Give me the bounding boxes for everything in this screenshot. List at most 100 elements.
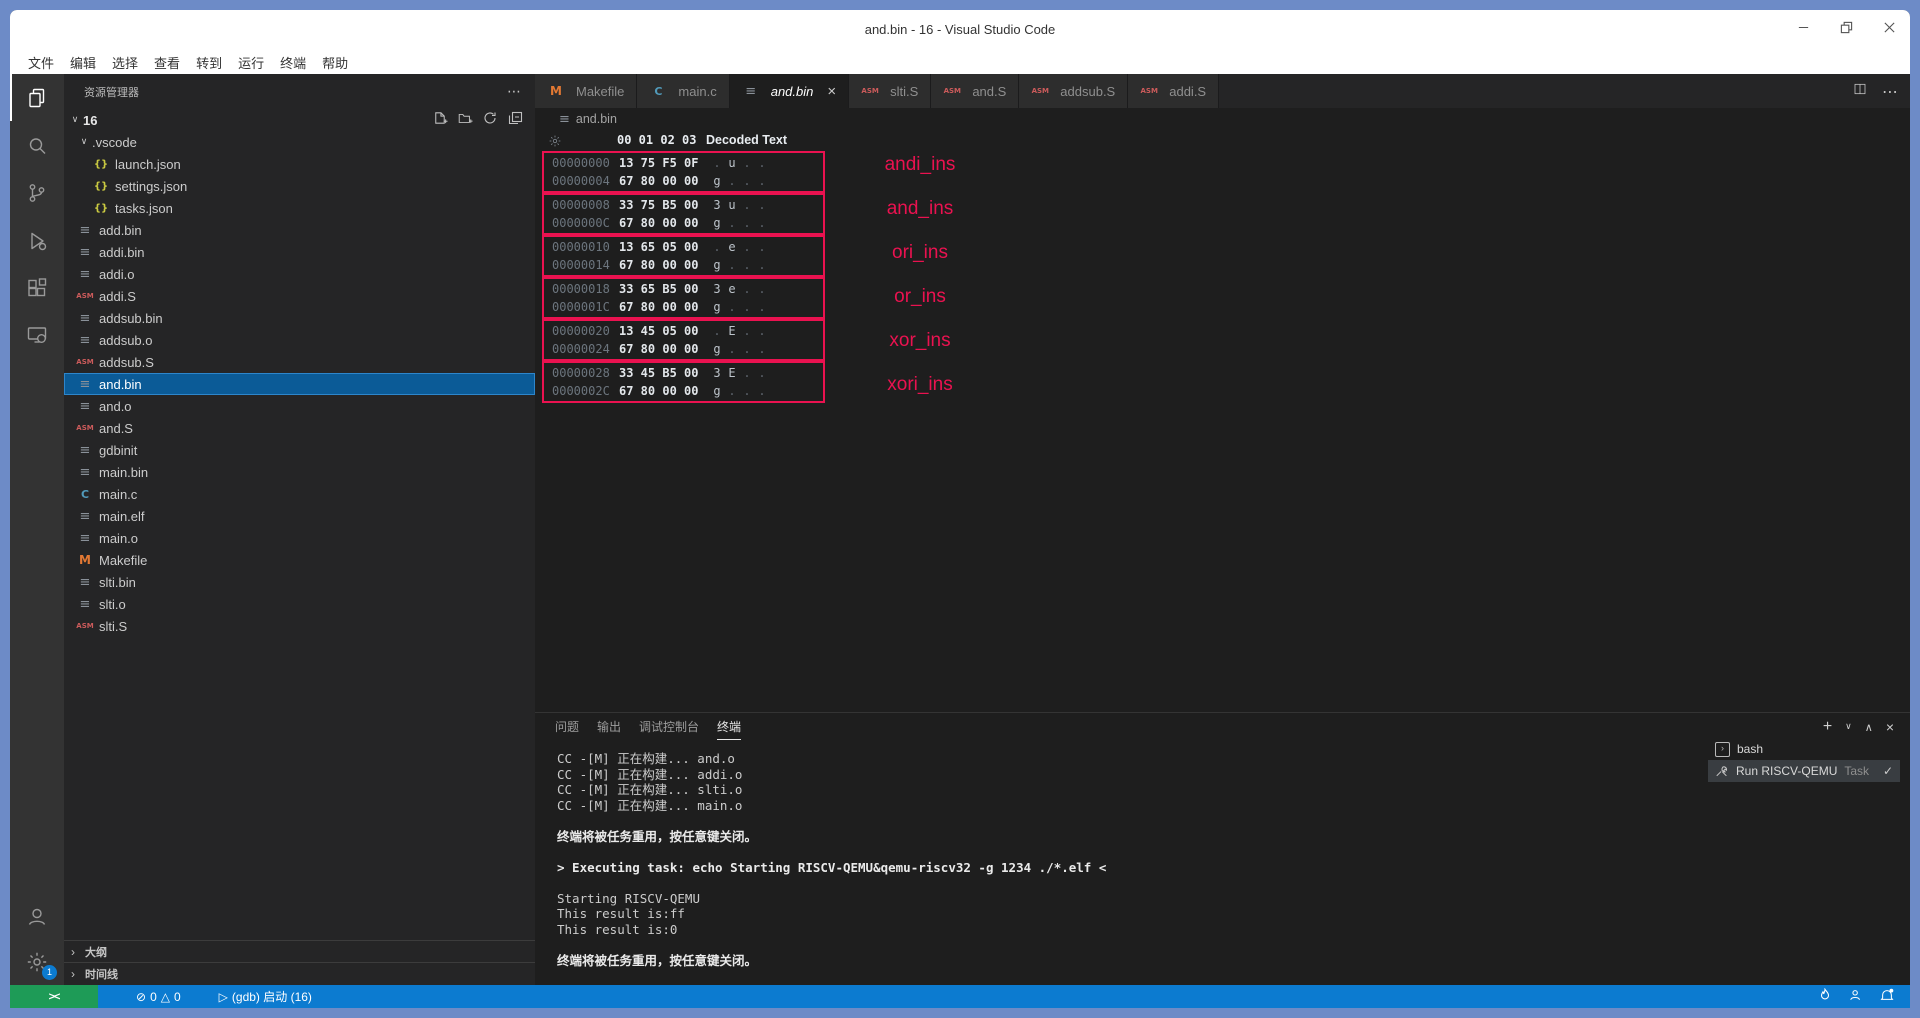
terminal-output[interactable]: CC -[M] 正在构建... and.oCC -[M] 正在构建... add… bbox=[557, 751, 1106, 968]
hex-row[interactable]: 0000002467 80 00 00g... bbox=[544, 340, 823, 358]
extensions-icon[interactable] bbox=[10, 264, 64, 311]
debug-status[interactable]: ▷ (gdb) 启动 (16) bbox=[219, 988, 312, 1005]
hex-decoded-header: Decoded Text bbox=[706, 133, 787, 147]
hex-row[interactable]: 0000000467 80 00 00g... bbox=[544, 172, 823, 190]
collapse-all-icon[interactable] bbox=[507, 110, 523, 131]
section-outline[interactable]: ›大纲 bbox=[64, 940, 535, 962]
debug-label: (gdb) 启动 (16) bbox=[232, 988, 312, 1005]
hex-bytes: 67 80 00 00 bbox=[619, 258, 707, 272]
tree-item-main.c[interactable]: Cmain.c bbox=[64, 483, 535, 505]
hex-row[interactable]: 0000002C67 80 00 00g... bbox=[544, 382, 823, 400]
tree-item-launch.json[interactable]: {}launch.json bbox=[64, 153, 535, 175]
terminal-list: ›bashRun RISCV-QEMUTask✓ bbox=[1708, 738, 1900, 782]
tree-item-.vscode[interactable]: ∨.vscode bbox=[64, 131, 535, 153]
tree-item-tasks.json[interactable]: {}tasks.json bbox=[64, 197, 535, 219]
explorer-icon[interactable] bbox=[10, 74, 64, 121]
tree-item-slti.bin[interactable]: ≡slti.bin bbox=[64, 571, 535, 593]
hex-group-or_ins: 0000001833 65 B5 003e..0000001C67 80 00 … bbox=[542, 277, 825, 319]
settings-gear-icon[interactable]: 1 bbox=[10, 938, 64, 985]
file-label: addsub.bin bbox=[99, 311, 163, 326]
search-icon[interactable] bbox=[10, 122, 64, 169]
menu-item-4[interactable]: 转到 bbox=[188, 53, 230, 72]
menu-item-6[interactable]: 终端 bbox=[272, 53, 314, 72]
tree-item-addsub.bin[interactable]: ≡addsub.bin bbox=[64, 307, 535, 329]
tree-item-main.bin[interactable]: ≡main.bin bbox=[64, 461, 535, 483]
tree-item-slti.S[interactable]: ASMslti.S bbox=[64, 615, 535, 637]
tree-item-main.elf[interactable]: ≡main.elf bbox=[64, 505, 535, 527]
panel-tab-debug-console[interactable]: 调试控制台 bbox=[639, 715, 699, 739]
explorer-actions bbox=[432, 110, 523, 131]
flame-icon[interactable] bbox=[1818, 988, 1832, 1005]
hex-row[interactable]: 0000001833 65 B5 003e.. bbox=[544, 280, 823, 298]
minimize-button[interactable] bbox=[1797, 21, 1810, 39]
tree-item-add.bin[interactable]: ≡add.bin bbox=[64, 219, 535, 241]
sidebar-title: 资源管理器 bbox=[84, 84, 507, 100]
tree-item-settings.json[interactable]: {}settings.json bbox=[64, 175, 535, 197]
panel-tab-output[interactable]: 输出 bbox=[597, 715, 621, 739]
panel-tab-problems[interactable]: 问题 bbox=[555, 715, 579, 739]
hex-bytes: 13 65 05 00 bbox=[619, 240, 707, 254]
hex-row[interactable]: 0000001C67 80 00 00g... bbox=[544, 298, 823, 316]
hex-row[interactable]: 0000001467 80 00 00g... bbox=[544, 256, 823, 274]
chevron-down-icon[interactable]: ∨ bbox=[1845, 722, 1852, 732]
notifications-bell-icon[interactable] bbox=[1880, 988, 1894, 1005]
run-debug-icon[interactable] bbox=[10, 217, 64, 264]
asm-file-icon: ASM bbox=[76, 292, 94, 300]
account-icon[interactable] bbox=[10, 892, 64, 939]
terminal-list-item-0[interactable]: ›bash bbox=[1708, 738, 1900, 760]
new-folder-icon[interactable] bbox=[457, 110, 473, 131]
feedback-person-icon[interactable] bbox=[1849, 988, 1863, 1005]
hex-group-xori_ins: 0000002833 45 B5 003E..0000002C67 80 00 … bbox=[542, 361, 825, 403]
menu-item-7[interactable]: 帮助 bbox=[314, 53, 356, 72]
problems-status[interactable]: ⊘ 0 △ 0 bbox=[136, 990, 181, 1004]
tree-item-addsub.o[interactable]: ≡addsub.o bbox=[64, 329, 535, 351]
hex-address: 0000000C bbox=[552, 216, 614, 230]
tree-root-folder[interactable]: ∨ 16 bbox=[64, 109, 535, 131]
chevron-down-icon: ∨ bbox=[67, 115, 83, 125]
hex-row[interactable]: 0000002833 45 B5 003E.. bbox=[544, 364, 823, 382]
tree-item-and.bin[interactable]: ≡and.bin bbox=[64, 373, 535, 395]
panel-tabs: 问题输出调试控制台终端 bbox=[555, 713, 741, 741]
tree-item-addsub.S[interactable]: ASMaddsub.S bbox=[64, 351, 535, 373]
hex-row[interactable]: 0000002013 45 05 00.E.. bbox=[544, 322, 823, 340]
hex-row[interactable]: 0000000013 75 F5 0F.u.. bbox=[544, 154, 823, 172]
tree-item-addi.bin[interactable]: ≡addi.bin bbox=[64, 241, 535, 263]
remote-indicator[interactable]: >< bbox=[10, 985, 98, 1008]
close-panel-icon[interactable]: × bbox=[1886, 719, 1894, 735]
hex-bytes: 13 45 05 00 bbox=[619, 324, 707, 338]
more-actions-icon[interactable]: ⋯ bbox=[507, 84, 521, 100]
tree-item-and.S[interactable]: ASMand.S bbox=[64, 417, 535, 439]
file-label: slti.o bbox=[99, 597, 126, 612]
hex-row[interactable]: 0000000C67 80 00 00g... bbox=[544, 214, 823, 232]
menu-item-0[interactable]: 文件 bbox=[20, 53, 62, 72]
tree-item-and.o[interactable]: ≡and.o bbox=[64, 395, 535, 417]
tree-item-slti.o[interactable]: ≡slti.o bbox=[64, 593, 535, 615]
hex-decoded: .u.. bbox=[713, 156, 773, 170]
tree-item-addi.o[interactable]: ≡addi.o bbox=[64, 263, 535, 285]
close-button[interactable] bbox=[1883, 21, 1896, 39]
tree-item-addi.S[interactable]: ASMaddi.S bbox=[64, 285, 535, 307]
terminal-list-item-1[interactable]: Run RISCV-QEMUTask✓ bbox=[1708, 760, 1900, 782]
tree-item-main.o[interactable]: ≡main.o bbox=[64, 527, 535, 549]
restore-button[interactable] bbox=[1840, 21, 1853, 39]
maximize-panel-icon[interactable]: ∧ bbox=[1865, 721, 1873, 734]
file-tree: ∨.vscode{}launch.json{}settings.json{}ta… bbox=[64, 131, 535, 637]
binary-file-icon: ≡ bbox=[76, 267, 94, 282]
hex-row[interactable]: 0000001013 65 05 00.e.. bbox=[544, 238, 823, 256]
new-file-icon[interactable] bbox=[432, 110, 448, 131]
menu-item-1[interactable]: 编辑 bbox=[62, 53, 104, 72]
menu-item-2[interactable]: 选择 bbox=[104, 53, 146, 72]
terminal-line: CC -[M] 正在构建... and.o bbox=[557, 751, 1106, 767]
source-control-icon[interactable] bbox=[10, 169, 64, 216]
new-terminal-icon[interactable]: + bbox=[1823, 718, 1832, 736]
section-timeline[interactable]: ›时间线 bbox=[64, 962, 535, 984]
remote-explorer-icon[interactable] bbox=[10, 311, 64, 358]
hex-row[interactable]: 0000000833 75 B5 003u.. bbox=[544, 196, 823, 214]
panel-tab-terminal[interactable]: 终端 bbox=[717, 715, 741, 740]
tree-item-Makefile[interactable]: MMakefile bbox=[64, 549, 535, 571]
refresh-icon[interactable] bbox=[482, 110, 498, 131]
menu-item-3[interactable]: 查看 bbox=[146, 53, 188, 72]
file-label: and.bin bbox=[99, 377, 142, 392]
menu-item-5[interactable]: 运行 bbox=[230, 53, 272, 72]
tree-item-gdbinit[interactable]: ≡gdbinit bbox=[64, 439, 535, 461]
